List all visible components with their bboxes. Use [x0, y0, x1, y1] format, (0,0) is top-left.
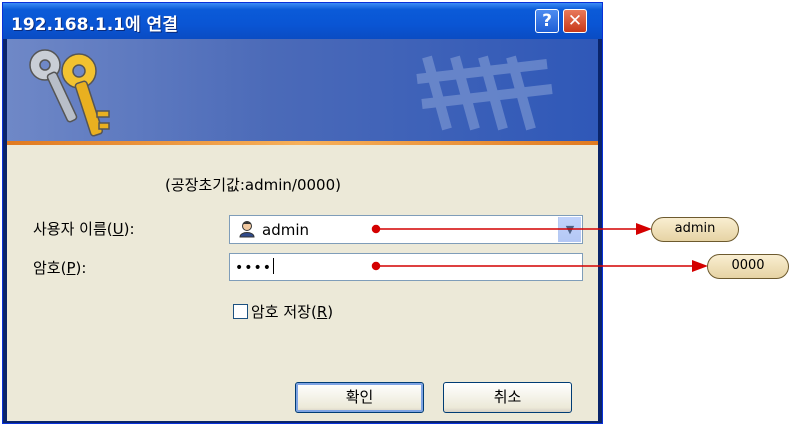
- username-combobox[interactable]: admin ▼: [229, 215, 583, 244]
- password-arrowhead: [692, 260, 708, 272]
- password-callout: 0000: [707, 254, 789, 279]
- username-label: 사용자 이름(U):: [33, 220, 135, 238]
- default-credentials-hint: (공장초기값:admin/0000): [165, 176, 341, 194]
- remember-password-label[interactable]: 암호 저장(R): [251, 301, 333, 322]
- remember-password-checkbox[interactable]: [233, 304, 248, 319]
- dialog-content: (공장초기값:admin/0000) 사용자 이름(U): admin ▼ 암호…: [7, 145, 598, 421]
- keys-icon: [29, 49, 110, 137]
- titlebar[interactable]: 192.168.1.1에 연결 ? ✕: [3, 3, 602, 39]
- chevron-down-icon: ▼: [565, 223, 575, 236]
- username-callout: admin: [651, 217, 739, 242]
- help-button[interactable]: ?: [535, 9, 559, 33]
- dialog-banner: [7, 39, 598, 145]
- cancel-button[interactable]: 취소: [443, 382, 572, 413]
- ok-button[interactable]: 확인: [295, 382, 424, 413]
- close-button[interactable]: ✕: [563, 9, 587, 33]
- password-value: ••••: [235, 258, 275, 276]
- text-caret: [273, 258, 275, 274]
- help-icon: ?: [542, 11, 552, 31]
- dialog-title: 192.168.1.1에 연결: [11, 15, 178, 35]
- login-dialog: 192.168.1.1에 연결 ? ✕ (공장초기값:admin/0000) 사…: [2, 2, 603, 424]
- user-account-icon: [239, 221, 255, 238]
- username-dropdown-button[interactable]: ▼: [558, 217, 581, 242]
- password-field[interactable]: ••••: [229, 253, 583, 281]
- close-icon: ✕: [567, 11, 583, 31]
- password-mask: ••••: [235, 260, 273, 276]
- username-arrowhead: [636, 223, 652, 235]
- password-label: 암호(P):: [33, 259, 87, 277]
- username-value: admin: [262, 221, 309, 239]
